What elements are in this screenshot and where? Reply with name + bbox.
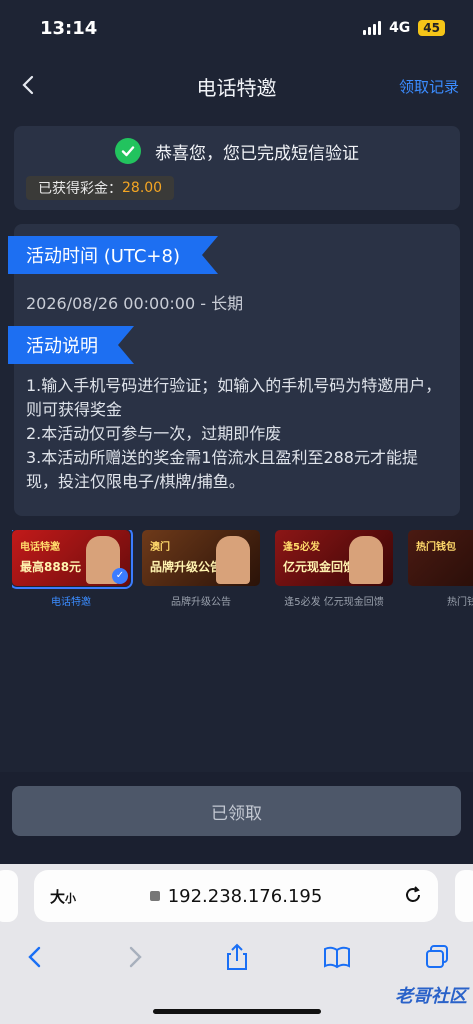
signal-icon: [363, 21, 382, 35]
promo-banner-2[interactable]: 澳门 品牌升级公告 品牌升级公告: [142, 530, 260, 608]
status-indicators: 4G 45: [363, 20, 445, 36]
desc-line: 2.本活动仅可参与一次，过期即作废: [26, 424, 282, 443]
desc-line: 1.输入手机号码进行验证；如输入的手机号码为特邀用户，则可获得奖金: [26, 376, 442, 419]
activity-description: 1.输入手机号码进行验证；如输入的手机号码为特邀用户，则可获得奖金 2.本活动仅…: [26, 374, 446, 494]
banner-image: 逢5必发 亿元现金回馈: [275, 530, 393, 586]
address-bar[interactable]: 大小 192.238.176.195: [34, 870, 438, 922]
reload-icon[interactable]: [402, 884, 424, 906]
url-field[interactable]: 192.238.176.195: [34, 886, 438, 907]
banner-image: 热门钱包: [408, 530, 473, 586]
network-label: 4G: [389, 20, 411, 36]
activity-card: 活动时间 (UTC+8) 2026/08/26 00:00:00 - 长期 活动…: [14, 224, 460, 516]
banner-label: 品牌升级公告: [171, 597, 231, 608]
footer-area: 已领取: [0, 772, 473, 864]
browser-toolbar: [0, 938, 473, 978]
promo-carousel[interactable]: 电话特邀 最高888元 ✓ 电话特邀 澳门 品牌升级公告 品牌升级公告 逢5必发…: [12, 530, 473, 610]
bookmarks-icon[interactable]: [322, 942, 352, 972]
banner-image: 电话特邀 最高888元 ✓: [12, 530, 133, 589]
banner-image: 澳门 品牌升级公告: [142, 530, 260, 586]
records-link[interactable]: 领取记录: [399, 76, 459, 97]
share-icon[interactable]: [222, 942, 252, 972]
battery-icon: 45: [418, 20, 445, 36]
status-bar: 13:14 4G 45: [0, 0, 473, 56]
check-circle-icon: [115, 138, 141, 164]
watermark-logo: 老哥社区: [395, 986, 467, 1007]
promo-banner-3[interactable]: 逢5必发 亿元现金回馈 逢5必发 亿元现金回馈: [275, 530, 393, 608]
claimed-button[interactable]: 已领取: [12, 786, 461, 836]
next-tab[interactable]: [455, 870, 473, 922]
success-message: 恭喜您，您已完成短信验证: [155, 143, 359, 164]
prev-tab[interactable]: [0, 870, 18, 922]
selected-check-icon: ✓: [112, 568, 128, 584]
forward-icon[interactable]: [120, 942, 150, 972]
nav-bar: 电话特邀 领取记录: [0, 60, 473, 110]
banner-label: 电话特邀: [51, 597, 91, 608]
back-icon[interactable]: [20, 942, 50, 972]
lock-icon: [149, 890, 160, 901]
banner-label: 逢5必发 亿元现金回馈: [284, 597, 384, 608]
activity-time: 2026/08/26 00:00:00 - 长期: [26, 294, 244, 313]
reward-label: 已获得彩金：: [38, 181, 122, 197]
reward-value: 28.00: [122, 180, 163, 196]
banner-label: 热门钱包: [447, 597, 473, 608]
browser-chrome: 大小 192.238.176.195 老哥社区: [0, 864, 473, 1024]
reward-badge: 已获得彩金： 28.00: [26, 176, 175, 200]
desc-line: 3.本活动所赠送的奖金需1倍流水且盈利至288元才能提现，投注仅限电子/棋牌/捕…: [26, 448, 418, 491]
tabs-icon[interactable]: [422, 942, 452, 972]
promo-banner-1[interactable]: 电话特邀 最高888元 ✓ 电话特邀: [12, 530, 133, 608]
time-header-ribbon: 活动时间 (UTC+8): [8, 236, 218, 274]
home-indicator: [153, 1009, 321, 1014]
success-row: 恭喜您，您已完成短信验证: [14, 138, 460, 164]
status-time: 13:14: [40, 18, 98, 39]
verification-card: 恭喜您，您已完成短信验证 已获得彩金： 28.00: [14, 126, 460, 210]
promo-banner-4[interactable]: 热门钱包 热门钱包: [408, 530, 473, 608]
desc-header-ribbon: 活动说明: [8, 326, 134, 364]
